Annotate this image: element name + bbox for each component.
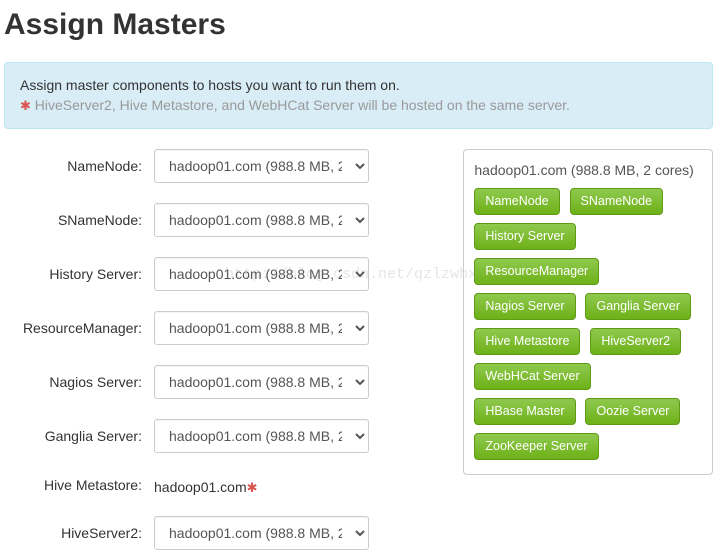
info-alert-line1: Assign master components to hosts you wa…: [20, 75, 697, 95]
host-summary-badges: NameNode SNameNode History Server Resour…: [474, 188, 702, 468]
badge-webhcatserver: WebHCat Server: [474, 363, 590, 390]
select-namenode[interactable]: hadoop01.com (988.8 MB, 2 cores): [154, 149, 369, 183]
badge-zookeeperserver: ZooKeeper Server: [474, 433, 598, 460]
static-host-hivemetastore: hadoop01.com✱: [154, 473, 258, 496]
select-hiveserver2[interactable]: hadoop01.com (988.8 MB, 2 cores): [154, 516, 369, 550]
badge-resourcemanager: ResourceManager: [474, 258, 599, 285]
badge-namenode: NameNode: [474, 188, 559, 215]
badge-hbasemaster: HBase Master: [474, 398, 575, 425]
select-nagios[interactable]: hadoop01.com (988.8 MB, 2 cores): [154, 365, 369, 399]
badge-oozieserver: Oozie Server: [585, 398, 680, 425]
assignment-form: NameNode: hadoop01.com (988.8 MB, 2 core…: [4, 149, 383, 550]
asterisk-icon: ✱: [20, 98, 31, 113]
label-resourcemanager: ResourceManager:: [4, 320, 154, 336]
label-hiveserver2: HiveServer2:: [4, 525, 154, 541]
select-historyserver[interactable]: hadoop01.com (988.8 MB, 2 cores): [154, 257, 369, 291]
badge-historyserver: History Server: [474, 223, 575, 250]
host-summary-panel: hadoop01.com (988.8 MB, 2 cores) NameNod…: [463, 149, 713, 475]
badge-snamenode: SNameNode: [570, 188, 664, 215]
badge-gangliaserver: Ganglia Server: [585, 293, 690, 320]
label-nagios: Nagios Server:: [4, 374, 154, 390]
label-namenode: NameNode:: [4, 158, 154, 174]
label-historyserver: History Server:: [4, 266, 154, 282]
page-title: Assign Masters: [4, 8, 713, 42]
badge-hivemetastore: Hive Metastore: [474, 328, 580, 355]
badge-nagiosserver: Nagios Server: [474, 293, 575, 320]
select-ganglia[interactable]: hadoop01.com (988.8 MB, 2 cores): [154, 419, 369, 453]
badge-hiveserver2: HiveServer2: [590, 328, 681, 355]
info-alert: Assign master components to hosts you wa…: [4, 62, 713, 129]
host-summary-title: hadoop01.com (988.8 MB, 2 cores): [474, 162, 702, 178]
label-ganglia: Ganglia Server:: [4, 428, 154, 444]
label-hivemetastore: Hive Metastore:: [4, 477, 154, 493]
asterisk-icon: ✱: [247, 480, 258, 495]
label-snamenode: SNameNode:: [4, 212, 154, 228]
info-alert-line2: ✱ HiveServer2, Hive Metastore, and WebHC…: [20, 95, 697, 116]
select-resourcemanager[interactable]: hadoop01.com (988.8 MB, 2 cores): [154, 311, 369, 345]
select-snamenode[interactable]: hadoop01.com (988.8 MB, 2 cores): [154, 203, 369, 237]
